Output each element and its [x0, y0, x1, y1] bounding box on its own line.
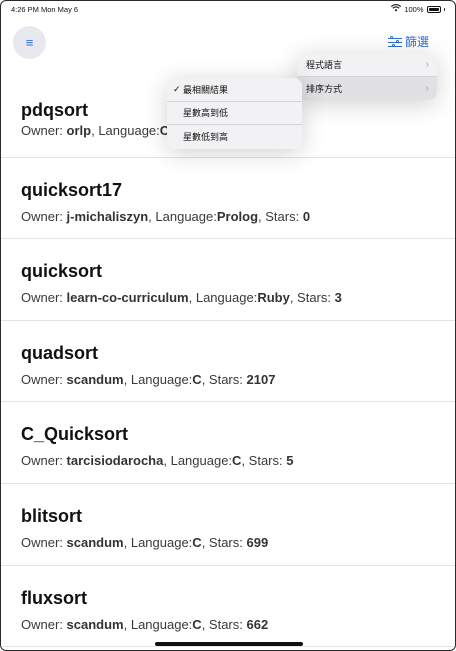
- list-item[interactable]: quadsort Owner: scandum, Language:C, Star…: [1, 321, 455, 403]
- owner-label: Owner:: [21, 534, 63, 550]
- status-bar: 4:26 PM Mon May 6 100%: [1, 1, 455, 17]
- repo-meta: Owner: scandum, Language:C, Stars: 699: [21, 535, 268, 550]
- list-item[interactable]: fluxsort Owner: scandum, Language:C, Star…: [1, 566, 455, 648]
- owner-label: Owner:: [21, 616, 63, 632]
- stars-label: , Stars:: [201, 616, 243, 632]
- language-label: , Language:: [91, 123, 160, 138]
- repo-name: quadsort: [21, 342, 99, 363]
- sort-option-relevance[interactable]: ✓ 最相關結果: [167, 78, 302, 102]
- stars-label: , Stars:: [201, 371, 243, 387]
- repo-meta: Owner: orlp, Language:C: [21, 123, 169, 138]
- repo-owner: scandum: [66, 534, 124, 550]
- repo-list: pdqsort Owner: orlp, Language:C quicksort1…: [1, 76, 455, 648]
- menu-item-sort[interactable]: 排序方式 ›: [297, 76, 437, 100]
- status-right: 100%: [391, 4, 445, 14]
- status-date: Mon May 6: [41, 5, 79, 14]
- owner-label: Owner:: [21, 290, 63, 306]
- filter-menu: 程式語言 › 排序方式 ›: [297, 53, 437, 100]
- sliders-icon: [387, 36, 402, 48]
- app-window: 4:26 PM Mon May 6 100% ≡ 篩選 pdqsort Owner…: [0, 0, 456, 651]
- repo-meta: Owner: learn-co-curriculum, Language:Rub…: [21, 290, 342, 305]
- language-label: , Language:: [123, 534, 193, 550]
- repo-meta: Owner: scandum, Language:C, Stars: 2107: [21, 372, 275, 387]
- repo-stars: 2107: [246, 371, 276, 387]
- repo-stars: 699: [246, 534, 269, 550]
- battery-percent: 100%: [404, 4, 424, 14]
- menu-item-language[interactable]: 程式語言 ›: [297, 53, 437, 77]
- repo-stars: 0: [302, 208, 311, 224]
- chevron-right-icon: ›: [425, 58, 429, 70]
- owner-label: Owner:: [21, 123, 63, 138]
- sort-option-label: 星數高到低: [183, 108, 229, 119]
- repo-name: pdqsort: [21, 100, 88, 120]
- repo-stars: 662: [246, 616, 269, 632]
- sort-option-stars-asc[interactable]: 星數低到高: [167, 125, 302, 149]
- owner-label: Owner:: [21, 371, 63, 387]
- sort-option-label: 最相關結果: [183, 84, 229, 95]
- wifi-icon: [391, 4, 402, 14]
- repo-language: C: [192, 371, 202, 387]
- language-label: , Language:: [123, 616, 193, 632]
- language-label: , Language:: [163, 453, 233, 469]
- list-item[interactable]: C_Quicksort Owner: tarcisiodarocha, Langu…: [1, 402, 455, 484]
- repo-language: C: [192, 616, 202, 632]
- battery-icon: [426, 5, 441, 13]
- repo-meta: Owner: tarcisiodarocha, Language:C, Star…: [21, 453, 293, 468]
- repo-name: blitsort: [21, 505, 82, 526]
- stars-label: , Stars:: [201, 534, 243, 550]
- status-time: 4:26 PM: [11, 5, 39, 14]
- repo-stars: 5: [286, 453, 294, 469]
- repo-name: quicksort: [21, 261, 103, 282]
- repo-owner: scandum: [66, 616, 124, 632]
- battery-tip: [443, 7, 445, 11]
- filter-label: 篩選: [404, 35, 429, 49]
- repo-owner: tarcisiodarocha: [66, 453, 164, 469]
- stars-label: , Stars:: [289, 290, 331, 306]
- sort-option-stars-desc[interactable]: 星數高到低: [167, 102, 302, 125]
- repo-name: quicksort17: [21, 179, 123, 200]
- checkmark-icon: ✓: [173, 83, 181, 94]
- stars-label: , Stars:: [241, 453, 283, 469]
- sort-option-label: 星數低到高: [183, 132, 229, 143]
- repo-meta: Owner: scandum, Language:C, Stars: 662: [21, 617, 268, 632]
- menu-item-label: 程式語言: [306, 59, 343, 70]
- list-item[interactable]: blitsort Owner: scandum, Language:C, Star…: [1, 484, 455, 566]
- repo-owner: learn-co-curriculum: [66, 290, 189, 306]
- list-item[interactable]: quicksort17 Owner: j-michaliszyn, Languag…: [1, 158, 455, 240]
- list-item[interactable]: quicksort Owner: learn-co-curriculum, Lan…: [1, 239, 455, 321]
- sidebar-toggle-button[interactable]: ≡: [13, 26, 46, 59]
- home-indicator: [155, 642, 303, 646]
- language-label: , Language:: [148, 208, 217, 224]
- repo-language: Ruby: [257, 290, 290, 306]
- repo-stars: 3: [334, 290, 342, 306]
- repo-owner: orlp: [66, 123, 92, 138]
- repo-name: C_Quicksort: [21, 424, 129, 445]
- stars-label: , Stars:: [258, 208, 300, 224]
- repo-meta: Owner: j-michaliszyn, Language:Prolog, S…: [21, 209, 310, 224]
- repo-language: C: [192, 534, 202, 550]
- repo-language: Prolog: [216, 208, 259, 224]
- menu-icon: ≡: [25, 35, 34, 50]
- chevron-right-icon: ›: [425, 82, 429, 94]
- language-label: , Language:: [123, 371, 193, 387]
- owner-label: Owner:: [21, 453, 63, 469]
- owner-label: Owner:: [21, 208, 63, 224]
- repo-owner: scandum: [66, 371, 124, 387]
- sort-menu: ✓ 最相關結果 星數高到低 星數低到高: [167, 78, 302, 149]
- language-label: , Language:: [188, 290, 258, 306]
- repo-owner: j-michaliszyn: [66, 208, 149, 224]
- repo-name: fluxsort: [21, 587, 88, 608]
- menu-item-label: 排序方式: [306, 83, 343, 94]
- filter-button[interactable]: 篩選: [387, 33, 429, 50]
